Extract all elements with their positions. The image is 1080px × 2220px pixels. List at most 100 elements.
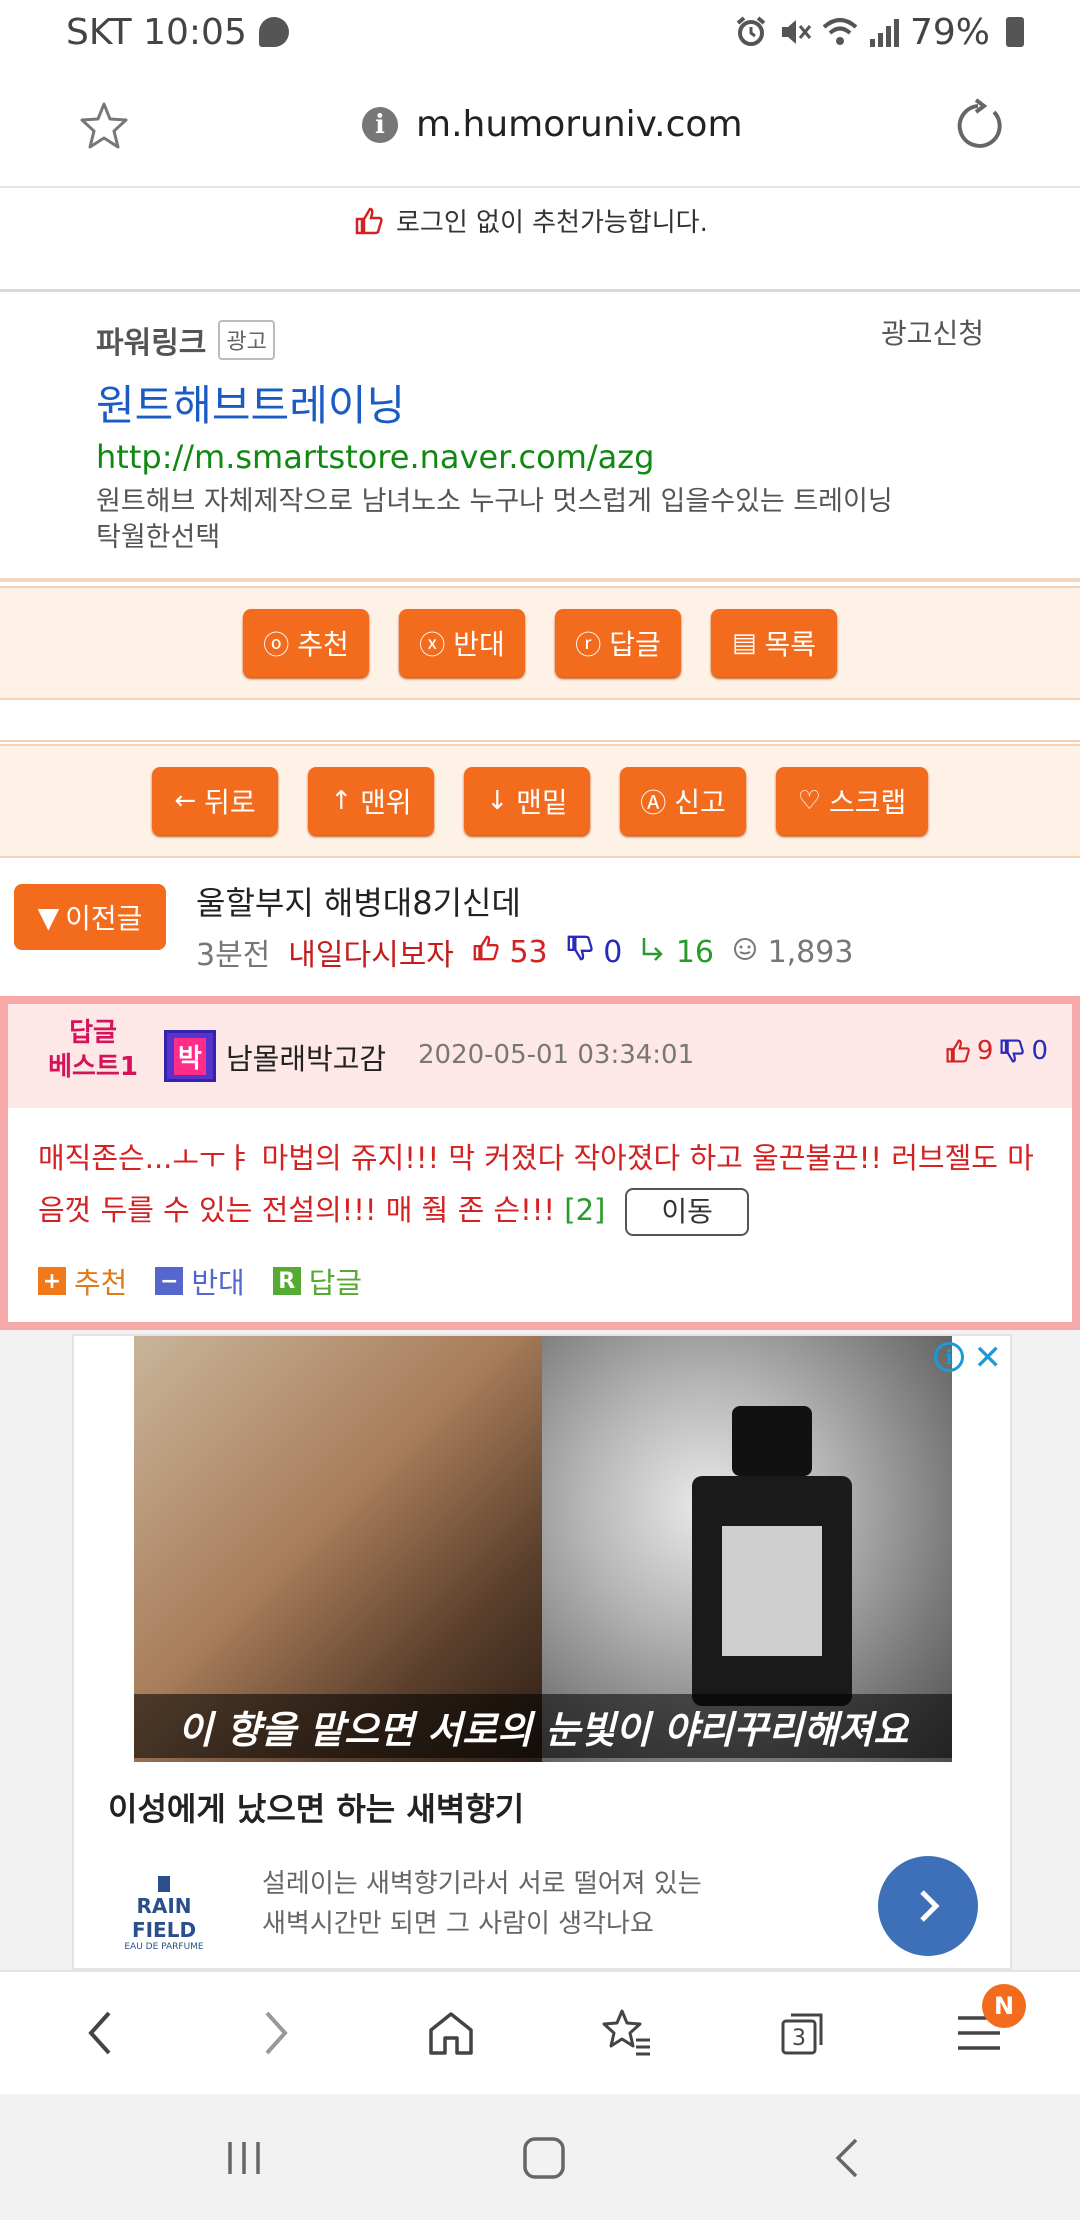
ad-description: 원트해브 자체제작으로 남녀노소 누구나 멋스럽게 입을수있는 트레이닝 탁월한…	[96, 484, 1016, 556]
reply-recommend-button[interactable]: + 추천	[38, 1260, 127, 1302]
thumbs-up-icon	[946, 1039, 970, 1063]
ad-url-link[interactable]: http://m.smartstore.naver.com/azg	[96, 438, 654, 476]
bookmark-star-icon[interactable]	[78, 100, 130, 152]
reply-reply-count: [2]	[564, 1193, 606, 1227]
logo-subtext: EAU DE PARFUME	[124, 1942, 204, 1952]
avatar[interactable]: 박	[164, 1030, 216, 1082]
menu-new-badge: N	[982, 1984, 1026, 2028]
recommend-button[interactable]: ⓞ 추천	[243, 609, 369, 677]
view-count: 1,893	[732, 935, 853, 970]
signal-icon	[869, 19, 899, 47]
reply-downvote-value: 0	[1031, 1036, 1048, 1066]
reply-body: 매직존슨...ㅗㅜㅑ 마법의 쥬지!!! 막 커졌다 작아졌다 하고 울끈불끈!…	[38, 1132, 1048, 1236]
avatar-char: 박	[174, 1037, 206, 1075]
ad-next-button[interactable]	[878, 1856, 978, 1956]
recommend-icon: ⓞ	[263, 630, 290, 661]
ad-description-line: 탁월한선택	[96, 522, 221, 553]
report-button[interactable]: Ⓐ 신고	[620, 767, 746, 835]
thumbs-down-icon	[1000, 1039, 1025, 1063]
url-bar: i m.humoruniv.com	[0, 64, 1080, 188]
ad-image[interactable]: 이 향을 맡으면 서로의 눈빛이 야리꾸리해져요	[134, 1336, 952, 1762]
chevron-left-icon	[88, 2011, 111, 2055]
browser-back-button[interactable]	[66, 1998, 136, 2068]
status-bar: SKT 10:05 79%	[0, 0, 1080, 64]
list-icon: ▤	[731, 628, 757, 658]
ad-brand-logo: RAIN FIELD EAU DE PARFUME	[108, 1876, 220, 1952]
alarm-icon	[736, 16, 766, 46]
address-field[interactable]: i m.humoruniv.com	[362, 104, 743, 145]
browser-forward-button[interactable]	[240, 1998, 310, 2068]
display-ad-card[interactable]: 이 향을 맡으면 서로의 눈빛이 야리꾸리해져요 i ✕ 이성에게 났으면 하는…	[72, 1334, 1012, 1970]
perfume-bottle-icon	[692, 1406, 852, 1706]
reply-icon: ⓡ	[575, 630, 602, 661]
post-author: 내일다시보자	[288, 938, 454, 973]
ad-description-line: 새벽시간만 되면 그 사람이 생각나요	[262, 1909, 654, 1939]
button-label: 신고	[674, 786, 726, 819]
reply-oppose-button[interactable]: − 반대	[155, 1260, 245, 1302]
browser-toolbar: 3 N	[0, 1970, 1080, 2094]
previous-post-title[interactable]: 울할부지 해병대8기신데	[196, 878, 521, 924]
move-button[interactable]: 이동	[625, 1188, 749, 1236]
ad-caption: 이 향을 맡으면 서로의 눈빛이 야리꾸리해져요	[134, 1694, 952, 1758]
display-ad-area: 이 향을 맡으면 서로의 눈빛이 야리꾸리해져요 i ✕ 이성에게 났으면 하는…	[0, 1330, 1080, 1970]
bottom-button[interactable]: ↓ 맨밑	[464, 767, 590, 835]
upvote-count: 53	[472, 934, 548, 970]
best-reply-label-line: 답글	[69, 1018, 117, 1048]
post-action-bar: ⓞ 추천 ⓧ 반대 ⓡ 답글 ▤ 목록	[0, 586, 1080, 700]
back-button[interactable]: ← 뒤로	[152, 767, 278, 835]
ad-close-icon[interactable]: ✕	[974, 1338, 1003, 1378]
oppose-icon: ⓧ	[419, 630, 446, 661]
previous-post-meta: 3분전 내일다시보자 53 0 16 1,893	[196, 930, 853, 974]
home-square-icon	[523, 2137, 565, 2179]
button-label: 추천	[297, 628, 349, 661]
home-button[interactable]	[416, 1998, 486, 2068]
ad-info-icon[interactable]: i	[934, 1342, 964, 1372]
ad-headline[interactable]: 이성에게 났으면 하는 새벽향기	[108, 1784, 524, 1830]
triangle-down-icon: ▼	[37, 900, 60, 934]
recent-apps-icon	[228, 2142, 260, 2174]
top-button[interactable]: ↑ 맨위	[308, 767, 434, 835]
ad-description-line: 설레이는 새벽향기라서 서로 떨어져 있는	[262, 1869, 702, 1899]
reply-reply-button[interactable]: R 답글	[272, 1260, 362, 1302]
reply-button[interactable]: ⓡ 답글	[555, 609, 681, 677]
previous-post-button[interactable]: ▼ 이전글	[14, 884, 166, 950]
recent-apps-button[interactable]	[214, 2128, 274, 2188]
site-info-icon[interactable]: i	[362, 106, 398, 143]
logo-tower-icon	[158, 1876, 170, 1892]
system-back-button[interactable]	[818, 2128, 878, 2188]
logo-text: RAIN FIELD	[131, 1894, 197, 1942]
button-label: 뒤로	[204, 786, 256, 819]
carrier-time: SKT 10:05	[66, 11, 247, 53]
best-reply-header: 답글 베스트1 박 남몰래박고감 2020-05-01 03:34:01 9 0	[8, 1004, 1072, 1108]
mute-icon	[781, 20, 812, 44]
home-icon	[429, 2012, 473, 2055]
reply-date: 2020-05-01 03:34:01	[418, 1040, 695, 1070]
list-button[interactable]: ▤ 목록	[711, 609, 837, 677]
previous-post[interactable]: ▼ 이전글 울할부지 해병대8기신데 3분전 내일다시보자 53 0 16 1,…	[0, 858, 1080, 990]
reply-author[interactable]: 남몰래박고감	[226, 1036, 386, 1078]
scrap-button[interactable]: ♡ 스크랩	[776, 767, 928, 835]
ad-badge: 광고	[218, 320, 275, 360]
ad-apply-link[interactable]: 광고신청	[881, 312, 984, 352]
heart-icon: ♡	[797, 786, 822, 816]
reload-icon[interactable]	[952, 98, 1008, 154]
menu-button[interactable]: N	[944, 1984, 1026, 2068]
home-system-button[interactable]	[514, 2128, 574, 2188]
bookmark-list-icon	[602, 2009, 650, 2056]
notice-text: 로그인 없이 추천가능합니다.	[396, 208, 708, 238]
button-label: 맨위	[360, 786, 412, 819]
back-chevron-icon	[835, 2138, 858, 2178]
chevron-right-icon	[265, 2011, 288, 2055]
chat-notification-icon	[258, 17, 289, 47]
arrow-down-icon: ↓	[486, 786, 509, 816]
thumbs-up-icon	[473, 935, 499, 961]
wifi-icon	[822, 18, 858, 45]
system-navigation-bar	[0, 2094, 1080, 2220]
bookmarks-button[interactable]	[592, 1998, 662, 2068]
button-label: 스크랩	[829, 786, 907, 819]
oppose-button[interactable]: ⓧ 반대	[399, 609, 525, 677]
ad-title-link[interactable]: 원트해브트레이닝	[96, 372, 405, 433]
button-label: 답글	[609, 628, 661, 661]
powerlink-ad[interactable]: 파워링크 광고 광고신청 원트해브트레이닝 http://m.smartstor…	[0, 292, 1080, 582]
tabs-button[interactable]: 3	[768, 1998, 838, 2068]
